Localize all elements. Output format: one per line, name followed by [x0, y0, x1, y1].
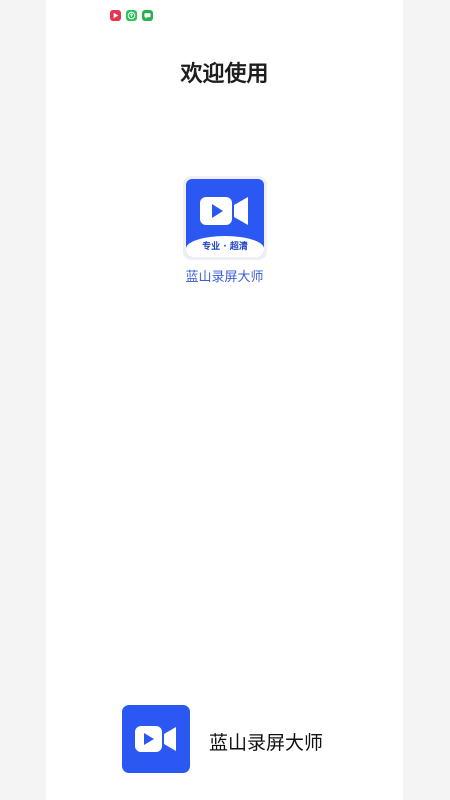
footer-app-name: 蓝山录屏大师	[209, 732, 324, 754]
video-camera-icon	[135, 726, 176, 752]
app-name-label: 蓝山录屏大师	[185, 270, 264, 285]
status-bar	[110, 10, 153, 21]
footer-logo	[122, 705, 190, 773]
upload-app-icon	[126, 10, 137, 21]
app-icon-tile[interactable]: 专业 · 超清	[183, 176, 267, 260]
video-app-icon	[110, 10, 121, 21]
welcome-screen: 欢迎使用 专业 · 超清 蓝山录屏大师 蓝山录屏大师	[46, 0, 403, 800]
video-camera-icon	[200, 197, 248, 225]
message-app-icon	[142, 10, 153, 21]
app-icon: 专业 · 超清	[186, 179, 264, 257]
page-title: 欢迎使用	[180, 62, 269, 87]
app-tag: 专业 · 超清	[186, 236, 264, 257]
